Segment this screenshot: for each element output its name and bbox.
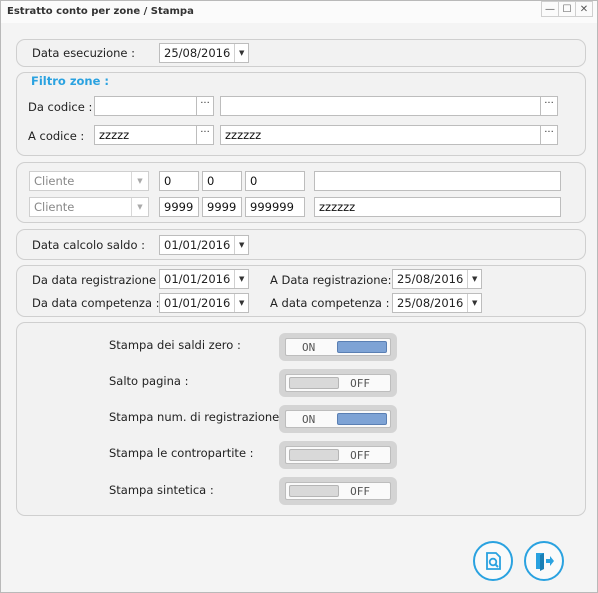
option-label: Stampa dei saldi zero : <box>109 338 241 352</box>
maximize-button[interactable]: ☐ <box>558 1 576 17</box>
toggle-switch[interactable]: OFF <box>285 482 391 500</box>
toggle-switch[interactable]: ON <box>285 338 391 356</box>
reg-from-label: Da data registrazione : <box>32 273 164 287</box>
toggle-salto-pagina[interactable]: OFF <box>279 369 397 397</box>
chevron-down-icon[interactable]: ▼ <box>234 236 248 254</box>
to-client-type-value: Cliente <box>34 200 75 214</box>
exit-button[interactable] <box>524 541 564 581</box>
window: Estratto conto per zone / Stampa — ☐ ✕ D… <box>0 0 598 593</box>
toggle-knob[interactable] <box>337 413 387 425</box>
client-filter-panel: Cliente ▼ 0 0 0 Cliente ▼ 9999 9999 9999… <box>16 162 586 223</box>
toggle-knob[interactable] <box>337 341 387 353</box>
from-client-code-2[interactable]: 0 <box>202 171 242 191</box>
minimize-button[interactable]: — <box>541 1 559 17</box>
option-label: Stampa sintetica : <box>109 483 214 497</box>
balance-date-label: Data calcolo saldo : <box>32 238 146 252</box>
chevron-down-icon[interactable]: ▼ <box>234 44 248 62</box>
from-code-browse-button[interactable]: ··· <box>196 96 214 116</box>
from-client-type-value: Cliente <box>34 174 75 188</box>
from-client-code-3[interactable]: 0 <box>245 171 305 191</box>
to-client-name-field[interactable]: zzzzzz <box>314 197 561 217</box>
chevron-down-icon[interactable]: ▼ <box>131 198 148 216</box>
toggle-switch[interactable]: ON <box>285 410 391 428</box>
from-client-code-1[interactable]: 0 <box>159 171 199 191</box>
toggle-state: OFF <box>350 449 370 462</box>
to-client-code-3[interactable]: 999999 <box>245 197 305 217</box>
to-client-code-2[interactable]: 9999 <box>202 197 242 217</box>
options-panel: Stampa dei saldi zero : ON Salto pagina … <box>16 322 586 516</box>
toggle-switch[interactable]: OFF <box>285 374 391 392</box>
toggle-num-registrazione[interactable]: ON <box>279 405 397 433</box>
comp-from-label: Da data competenza : <box>32 296 160 310</box>
chevron-down-icon[interactable]: ▼ <box>131 172 148 190</box>
toggle-knob[interactable] <box>289 485 339 497</box>
to-description-browse-button[interactable]: ··· <box>540 125 558 145</box>
to-code-label: A codice : <box>28 129 85 143</box>
comp-to-label: A data competenza : <box>270 296 390 310</box>
comp-to-date-value: 25/08/2016 <box>397 296 464 310</box>
execution-date-value: 25/08/2016 <box>164 46 231 60</box>
option-label: Stampa le contropartite : <box>109 446 254 460</box>
zone-filter-title: Filtro zone : <box>31 74 109 88</box>
toggle-state: OFF <box>350 485 370 498</box>
print-preview-icon <box>486 552 501 570</box>
window-title: Estratto conto per zone / Stampa <box>7 6 194 17</box>
execution-panel: Data esecuzione : 25/08/2016 ▼ <box>16 39 586 67</box>
chevron-down-icon[interactable]: ▼ <box>467 270 481 288</box>
to-client-type-select[interactable]: Cliente ▼ <box>29 197 149 217</box>
reg-to-date-value: 25/08/2016 <box>397 272 464 286</box>
print-preview-button[interactable] <box>473 541 513 581</box>
balance-date-picker[interactable]: 01/01/2016 ▼ <box>159 235 249 255</box>
chevron-down-icon[interactable]: ▼ <box>467 294 481 312</box>
exit-door-icon <box>536 553 554 571</box>
window-controls: — ☐ ✕ <box>541 1 593 17</box>
to-code-browse-button[interactable]: ··· <box>196 125 214 145</box>
comp-to-date-picker[interactable]: 25/08/2016 ▼ <box>392 293 482 313</box>
toggle-contropartite[interactable]: OFF <box>279 441 397 469</box>
execution-date-label: Data esecuzione : <box>32 46 136 60</box>
comp-from-date-value: 01/01/2016 <box>164 296 231 310</box>
toggle-saldi-zero[interactable]: ON <box>279 333 397 361</box>
toggle-knob[interactable] <box>289 449 339 461</box>
from-client-type-select[interactable]: Cliente ▼ <box>29 171 149 191</box>
date-range-panel: Da data registrazione : 01/01/2016 ▼ A D… <box>16 265 586 317</box>
toggle-sintetica[interactable]: OFF <box>279 477 397 505</box>
chevron-down-icon[interactable]: ▼ <box>234 294 248 312</box>
balance-panel: Data calcolo saldo : 01/01/2016 ▼ <box>16 229 586 260</box>
toggle-state: ON <box>302 413 316 426</box>
to-code-field[interactable]: zzzzz <box>94 125 197 145</box>
comp-from-date-picker[interactable]: 01/01/2016 ▼ <box>159 293 249 313</box>
option-label: Stampa num. di registrazione : <box>109 410 287 424</box>
balance-date-value: 01/01/2016 <box>164 238 231 252</box>
zone-filter-panel: Filtro zone : Da codice : ··· ··· A codi… <box>16 72 586 156</box>
from-description-browse-button[interactable]: ··· <box>540 96 558 116</box>
from-code-label: Da codice : <box>28 100 93 114</box>
reg-from-date-picker[interactable]: 01/01/2016 ▼ <box>159 269 249 289</box>
toggle-state: ON <box>302 341 316 354</box>
option-label: Salto pagina : <box>109 374 189 388</box>
title-bar: Estratto conto per zone / Stampa — ☐ ✕ <box>1 1 597 23</box>
to-description-field[interactable]: zzzzzz <box>220 125 541 145</box>
execution-date-picker[interactable]: 25/08/2016 ▼ <box>159 43 249 63</box>
toggle-state: OFF <box>350 377 370 390</box>
to-client-code-1[interactable]: 9999 <box>159 197 199 217</box>
toggle-knob[interactable] <box>289 377 339 389</box>
close-button[interactable]: ✕ <box>575 1 593 17</box>
toggle-switch[interactable]: OFF <box>285 446 391 464</box>
reg-to-date-picker[interactable]: 25/08/2016 ▼ <box>392 269 482 289</box>
chevron-down-icon[interactable]: ▼ <box>234 270 248 288</box>
from-client-name-field[interactable] <box>314 171 561 191</box>
reg-to-label: A Data registrazione: <box>270 273 392 287</box>
from-description-field[interactable] <box>220 96 541 116</box>
reg-from-date-value: 01/01/2016 <box>164 272 231 286</box>
from-code-field[interactable] <box>94 96 197 116</box>
